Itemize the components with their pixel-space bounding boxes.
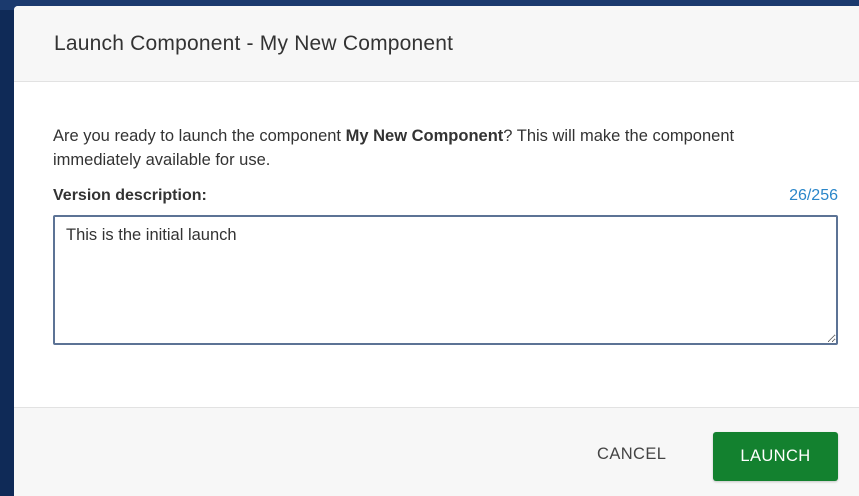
launch-button[interactable]: LAUNCH: [713, 432, 838, 481]
version-description-textarea[interactable]: [53, 215, 838, 345]
dialog-body: Are you ready to launch the component My…: [14, 82, 859, 407]
dialog-title: Launch Component - My New Component: [54, 31, 454, 55]
version-description-wrapper: [53, 215, 838, 345]
launch-confirmation-message: Are you ready to launch the component My…: [53, 124, 823, 172]
message-prefix: Are you ready to launch the component: [53, 127, 346, 145]
character-counter: 26/256: [789, 187, 838, 204]
dialog-header: Launch Component - My New Component: [14, 6, 859, 82]
version-description-label: Version description:: [53, 187, 207, 204]
message-component-name: My New Component: [345, 127, 504, 145]
version-description-label-row: Version description: 26/256: [53, 187, 838, 205]
dialog-footer: CANCEL LAUNCH: [14, 407, 859, 496]
cancel-button[interactable]: CANCEL: [585, 436, 678, 472]
launch-component-dialog: Launch Component - My New Component Are …: [14, 6, 859, 496]
